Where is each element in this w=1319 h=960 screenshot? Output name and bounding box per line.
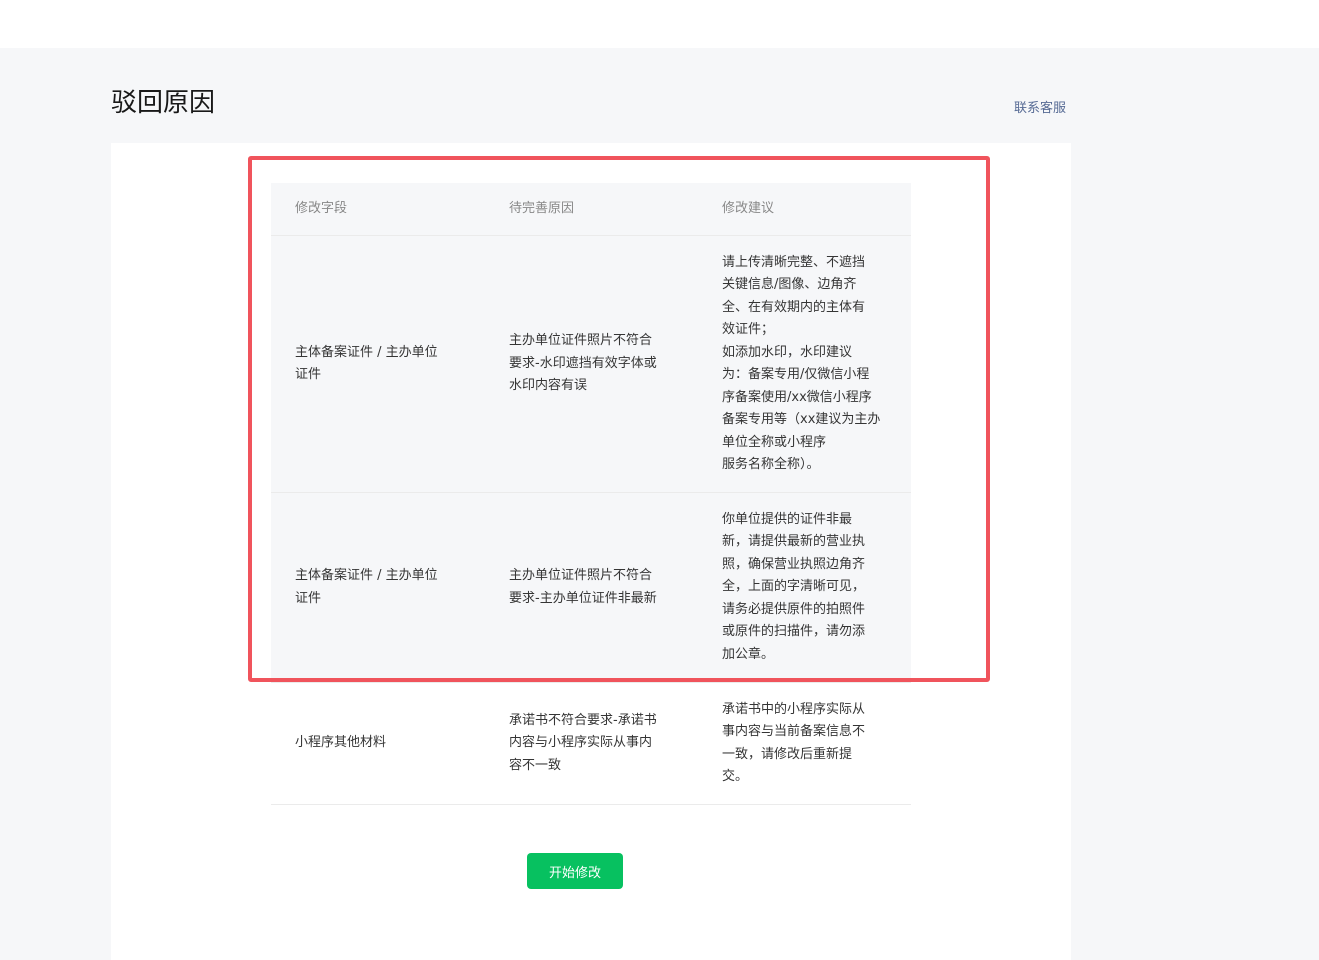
table-row: 主体备案证件 / 主办单位 证件 主办单位证件照片不符合 要求-水印遮挡有效字体… [271, 236, 911, 493]
content-card: 修改字段 待完善原因 修改建议 主体备案证件 / 主办单位 证件 主办单位证件照… [111, 143, 1071, 960]
row-suggestion: 请上传清晰完整、不遮挡 关键信息/图像、边角齐 全、在有效期内的主体有 效证件；… [722, 254, 881, 473]
row-reason: 主办单位证件照片不符合 要求-水印遮挡有效字体或 水印内容有误 [509, 333, 657, 394]
rejection-reasons-table: 修改字段 待完善原因 修改建议 主体备案证件 / 主办单位 证件 主办单位证件照… [271, 183, 911, 805]
page-title: 驳回原因 [111, 88, 216, 118]
row-suggestion: 你单位提供的证件非最 新，请提供最新的营业执 照，确保营业执照边角齐 全，上面的… [722, 511, 866, 662]
table-row: 小程序其他材料 承诺书不符合要求-承诺书 内容与小程序实际从事内 容不一致 承诺… [271, 683, 911, 805]
start-edit-button[interactable]: 开始修改 [527, 853, 623, 889]
header-suggestion: 修改建议 [722, 200, 775, 216]
row-field: 主体备案证件 / 主办单位 证件 [295, 344, 438, 383]
row-suggestion: 承诺书中的小程序实际从 事内容与当前备案信息不 一致，请修改后重新提 交。 [722, 701, 866, 785]
table-row: 主体备案证件 / 主办单位 证件 主办单位证件照片不符合 要求-主办单位证件非最… [271, 493, 911, 683]
contact-support-link[interactable]: 联系客服 [1014, 99, 1066, 119]
row-field: 小程序其他材料 [295, 735, 387, 751]
header-reason: 待完善原因 [509, 200, 575, 216]
header-field: 修改字段 [295, 200, 348, 216]
row-reason: 主办单位证件照片不符合 要求-主办单位证件非最新 [509, 568, 657, 606]
row-reason: 承诺书不符合要求-承诺书 内容与小程序实际从事内 容不一致 [509, 712, 657, 773]
row-field: 主体备案证件 / 主办单位 证件 [295, 568, 438, 606]
table-header: 修改字段 待完善原因 修改建议 [271, 183, 911, 236]
top-bar [0, 0, 1319, 48]
